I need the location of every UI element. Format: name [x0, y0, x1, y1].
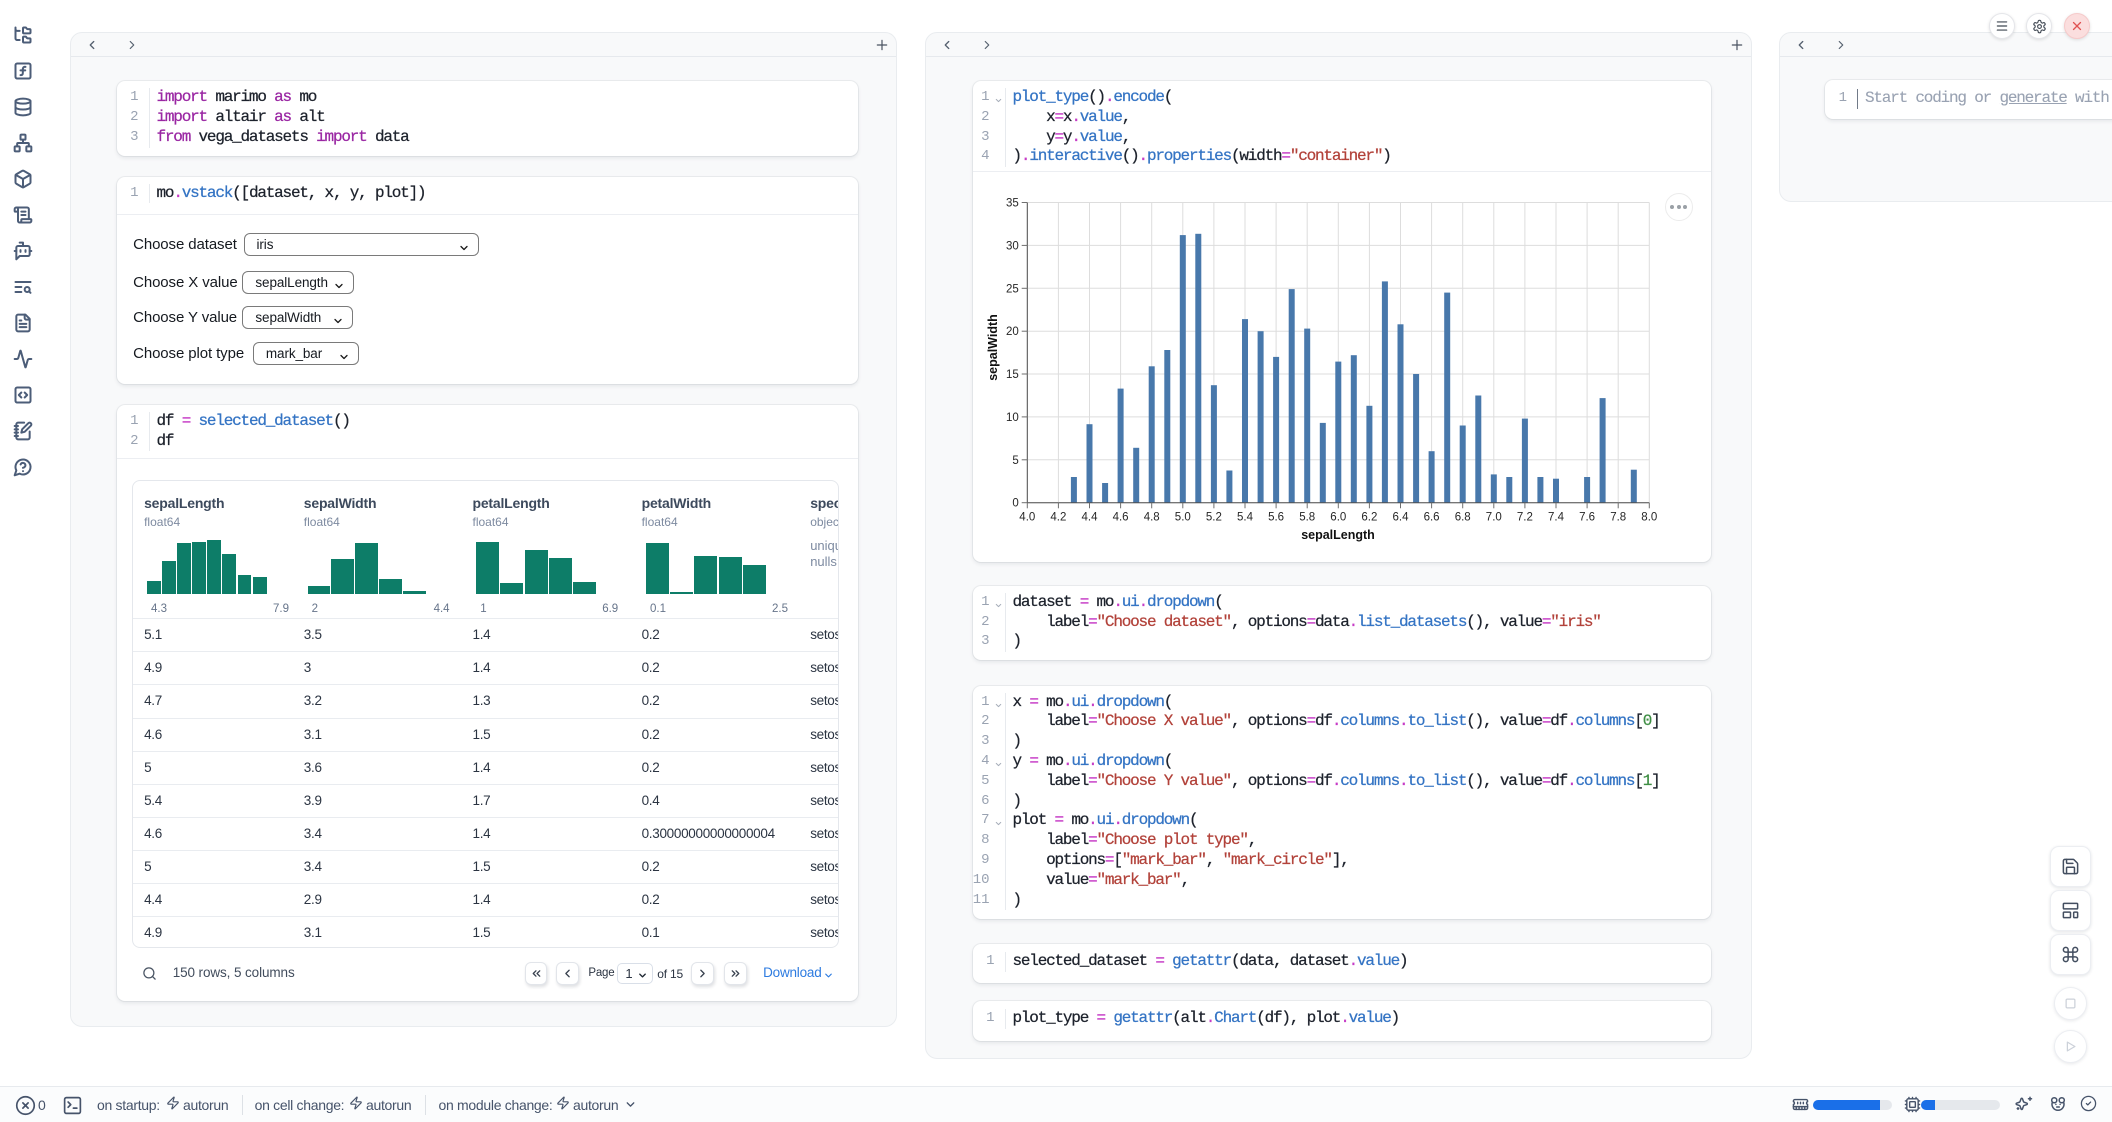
svg-text:20: 20	[1006, 327, 1019, 339]
svg-text:7.6: 7.6	[1579, 512, 1595, 524]
svg-text:4.8: 4.8	[1143, 512, 1159, 524]
svg-text:4.2: 4.2	[1050, 512, 1066, 524]
svg-text:6.8: 6.8	[1454, 512, 1470, 524]
svg-text:7.8: 7.8	[1610, 512, 1626, 524]
svg-text:7.0: 7.0	[1485, 512, 1501, 524]
svg-text:6.0: 6.0	[1330, 512, 1346, 524]
svg-text:sepalWidth: sepalWidth	[986, 315, 1000, 382]
svg-text:25: 25	[1006, 284, 1019, 296]
svg-text:6.6: 6.6	[1423, 512, 1439, 524]
svg-text:sepalLength: sepalLength	[1301, 528, 1375, 542]
svg-text:5.4: 5.4	[1237, 512, 1254, 524]
svg-text:7.4: 7.4	[1548, 512, 1565, 524]
svg-text:4.0: 4.0	[1019, 512, 1035, 524]
svg-text:15: 15	[1006, 369, 1019, 381]
svg-text:10: 10	[1006, 412, 1019, 424]
svg-text:4.6: 4.6	[1112, 512, 1128, 524]
svg-text:5.2: 5.2	[1205, 512, 1221, 524]
svg-text:6.2: 6.2	[1361, 512, 1377, 524]
svg-text:0: 0	[1012, 498, 1018, 510]
svg-text:5: 5	[1012, 455, 1018, 467]
svg-text:7.2: 7.2	[1516, 512, 1532, 524]
svg-text:35: 35	[1006, 198, 1019, 210]
svg-text:6.4: 6.4	[1392, 512, 1409, 524]
svg-text:5.6: 5.6	[1268, 512, 1284, 524]
svg-text:4.4: 4.4	[1081, 512, 1098, 524]
svg-text:8.0: 8.0	[1641, 512, 1657, 524]
svg-text:5.8: 5.8	[1299, 512, 1315, 524]
svg-text:30: 30	[1006, 241, 1019, 253]
svg-text:5.0: 5.0	[1174, 512, 1190, 524]
